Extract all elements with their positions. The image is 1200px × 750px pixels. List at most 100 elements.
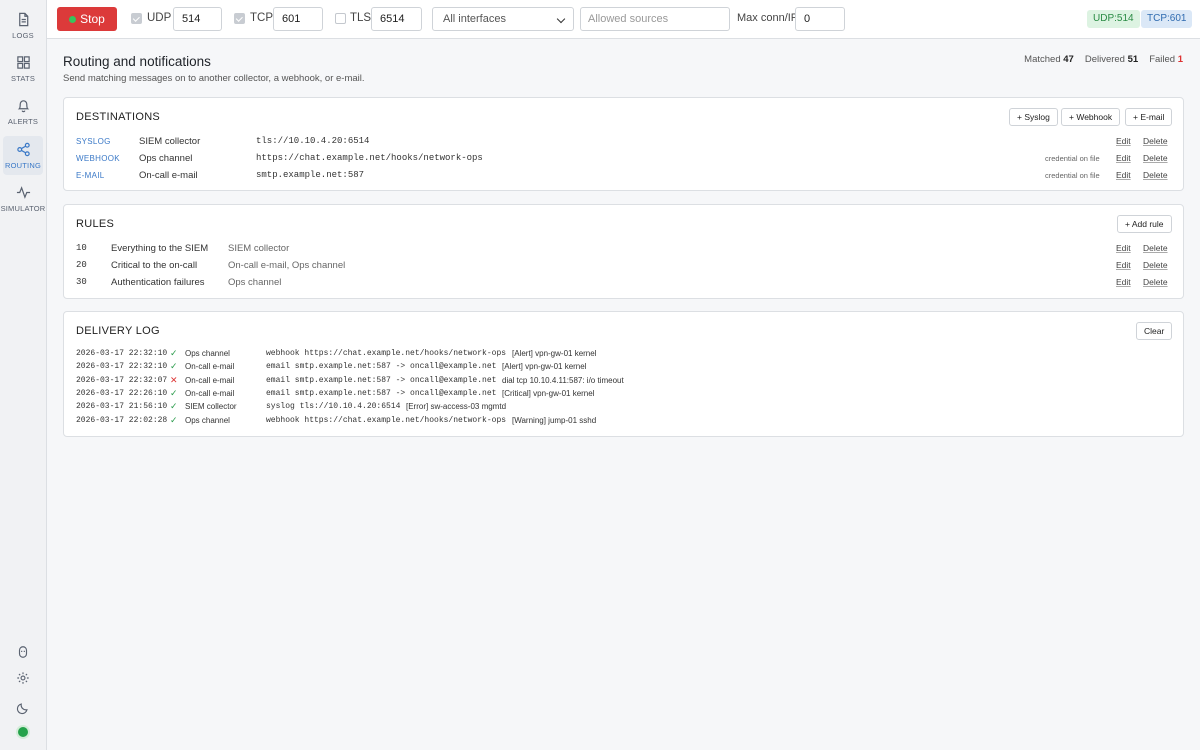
udp-label: UDP: [147, 12, 172, 24]
destinations-card: DESTINATIONS + Syslog + Webhook + E-mail…: [63, 97, 1184, 191]
add-syslog-button[interactable]: + Syslog: [1009, 108, 1058, 126]
log-target: email smtp.example.net:587 -> oncall@exa…: [266, 388, 497, 398]
delete-link[interactable]: Delete: [1143, 277, 1168, 287]
edit-link[interactable]: Edit: [1116, 260, 1131, 270]
tcp-label: TCP: [250, 12, 273, 24]
stop-label: Stop: [80, 12, 105, 26]
file-icon: [18, 12, 28, 26]
log-destination: SIEM collector: [185, 402, 237, 412]
maxconn-label: Max conn/IP: [737, 12, 799, 24]
edit-link[interactable]: Edit: [1116, 243, 1131, 253]
add-rule-button[interactable]: + Add rule: [1117, 215, 1172, 233]
interface-value: All interfaces: [443, 13, 506, 25]
log-timestamp: 2026-03-17 22:26:10: [76, 388, 168, 398]
nav-routing[interactable]: ROUTING: [3, 136, 43, 175]
check-icon: ✓: [170, 361, 178, 372]
page-title: Routing and notifications: [63, 54, 211, 69]
log-timestamp: 2026-03-17 22:02:28: [76, 415, 168, 425]
tls-checkbox[interactable]: [335, 13, 346, 24]
udp-port-input[interactable]: 514: [173, 7, 222, 31]
delete-link[interactable]: Delete: [1143, 136, 1168, 146]
log-destination: On-call e-mail: [185, 362, 235, 372]
rule-name: Everything to the SIEM: [111, 243, 209, 254]
tcp-port-input[interactable]: 601: [273, 7, 323, 31]
log-message: [Alert] vpn-gw-01 kernel: [512, 349, 597, 358]
shield-icon[interactable]: [15, 644, 31, 660]
log-target: webhook https://chat.example.net/hooks/n…: [266, 415, 507, 425]
running-dot-icon: [69, 15, 77, 23]
destination-kind: E-MAIL: [76, 171, 105, 180]
rule-row: 30 Authentication failures Ops channel E…: [76, 277, 1171, 291]
destination-kind: WEBHOOK: [76, 154, 120, 163]
log-target: email smtp.example.net:587 -> oncall@exa…: [266, 375, 497, 385]
stop-button[interactable]: Stop: [57, 7, 117, 31]
destinations-title: DESTINATIONS: [76, 111, 161, 123]
edit-link[interactable]: Edit: [1116, 277, 1131, 287]
rule-destinations: On-call e-mail, Ops channel: [228, 260, 346, 271]
nav-alerts[interactable]: ALERTS: [3, 92, 43, 131]
check-icon: ✓: [170, 401, 178, 412]
edit-link[interactable]: Edit: [1116, 136, 1131, 146]
add-email-button[interactable]: + E-mail: [1125, 108, 1173, 126]
rules-card: RULES + Add rule 10 Everything to the SI…: [63, 204, 1184, 299]
edit-link[interactable]: Edit: [1116, 153, 1131, 163]
delete-link[interactable]: Delete: [1143, 170, 1168, 180]
tls-port-input[interactable]: 6514: [371, 7, 422, 31]
pulse-icon: [16, 185, 30, 199]
interface-select[interactable]: All interfaces: [432, 7, 574, 31]
routing-stats: Matched 47 Delivered 51 Failed 1: [1024, 54, 1183, 65]
rule-priority: 20: [76, 260, 87, 270]
destination-kind: SYSLOG: [76, 137, 111, 146]
maxconn-input[interactable]: 0: [795, 7, 845, 31]
destination-target: https://chat.example.net/hooks/network-o…: [256, 153, 483, 163]
delivery-log-card: DELIVERY LOG Clear 2026-03-17 22:32:10 ✓ O…: [63, 311, 1184, 437]
clear-log-button[interactable]: Clear: [1136, 322, 1173, 340]
nav-label: ALERTS: [7, 116, 39, 126]
destination-name: On-call e-mail: [139, 170, 198, 181]
delete-link[interactable]: Delete: [1143, 153, 1168, 163]
sidebar: LOGS STATS ALERTS ROUTING SIMULATOR: [0, 0, 47, 750]
destination-row: WEBHOOK Ops channel https://chat.example…: [76, 153, 1171, 167]
log-timestamp: 2026-03-17 22:32:10: [76, 349, 168, 358]
delete-link[interactable]: Delete: [1143, 260, 1168, 270]
allowed-sources-input[interactable]: Allowed sources: [580, 7, 730, 31]
log-target: syslog tls://10.10.4.20:6514: [266, 402, 401, 412]
bell-icon: [17, 99, 29, 112]
main-content: Routing and notifications Send matching …: [47, 39, 1200, 750]
log-destination: Ops channel: [185, 349, 230, 358]
nav-simulator[interactable]: SIMULATOR: [1, 179, 45, 218]
destination-row: E-MAIL On-call e-mail smtp.example.net:5…: [76, 170, 1171, 184]
rule-row: 20 Critical to the on-call On-call e-mai…: [76, 260, 1171, 274]
edit-link[interactable]: Edit: [1116, 170, 1131, 180]
nav-label: STATS: [10, 73, 36, 83]
udp-status-badge: UDP:514: [1087, 10, 1140, 28]
log-destination: Ops channel: [185, 415, 230, 425]
nav-label: SIMULATOR: [0, 203, 46, 213]
nav-logs[interactable]: LOGS: [3, 6, 43, 45]
delivery-log-title: DELIVERY LOG: [76, 325, 160, 337]
delete-link[interactable]: Delete: [1143, 243, 1168, 253]
log-message: [Alert] vpn-gw-01 kernel: [502, 362, 587, 372]
check-icon: ✓: [170, 387, 178, 398]
status-indicator: [18, 727, 28, 737]
log-target: webhook https://chat.example.net/hooks/n…: [266, 349, 507, 358]
toolbar: Stop UDP 514 TCP 601 TLS 6514 All interf…: [47, 0, 1200, 39]
share-icon: [16, 142, 30, 156]
udp-checkbox[interactable]: [131, 13, 142, 24]
rule-priority: 10: [76, 243, 87, 253]
tcp-checkbox[interactable]: [234, 13, 245, 24]
rules-title: RULES: [76, 218, 115, 230]
nav-stats[interactable]: STATS: [3, 49, 43, 88]
destination-row: SYSLOG SIEM collector tls://10.10.4.20:6…: [76, 136, 1171, 150]
log-destination: On-call e-mail: [185, 388, 235, 398]
log-message: [Error] sw-access-03 mgmtd: [406, 402, 507, 412]
rule-priority: 30: [76, 277, 87, 287]
moon-icon[interactable]: [15, 700, 31, 716]
log-message: dial tcp 10.10.4.11:587: i/o timeout: [502, 375, 624, 385]
gear-icon[interactable]: [15, 670, 31, 686]
nav-label: LOGS: [12, 30, 34, 40]
add-webhook-button[interactable]: + Webhook: [1061, 108, 1121, 126]
chevron-down-icon: [556, 14, 566, 24]
destination-name: SIEM collector: [139, 136, 201, 147]
rule-name: Critical to the on-call: [111, 260, 198, 271]
